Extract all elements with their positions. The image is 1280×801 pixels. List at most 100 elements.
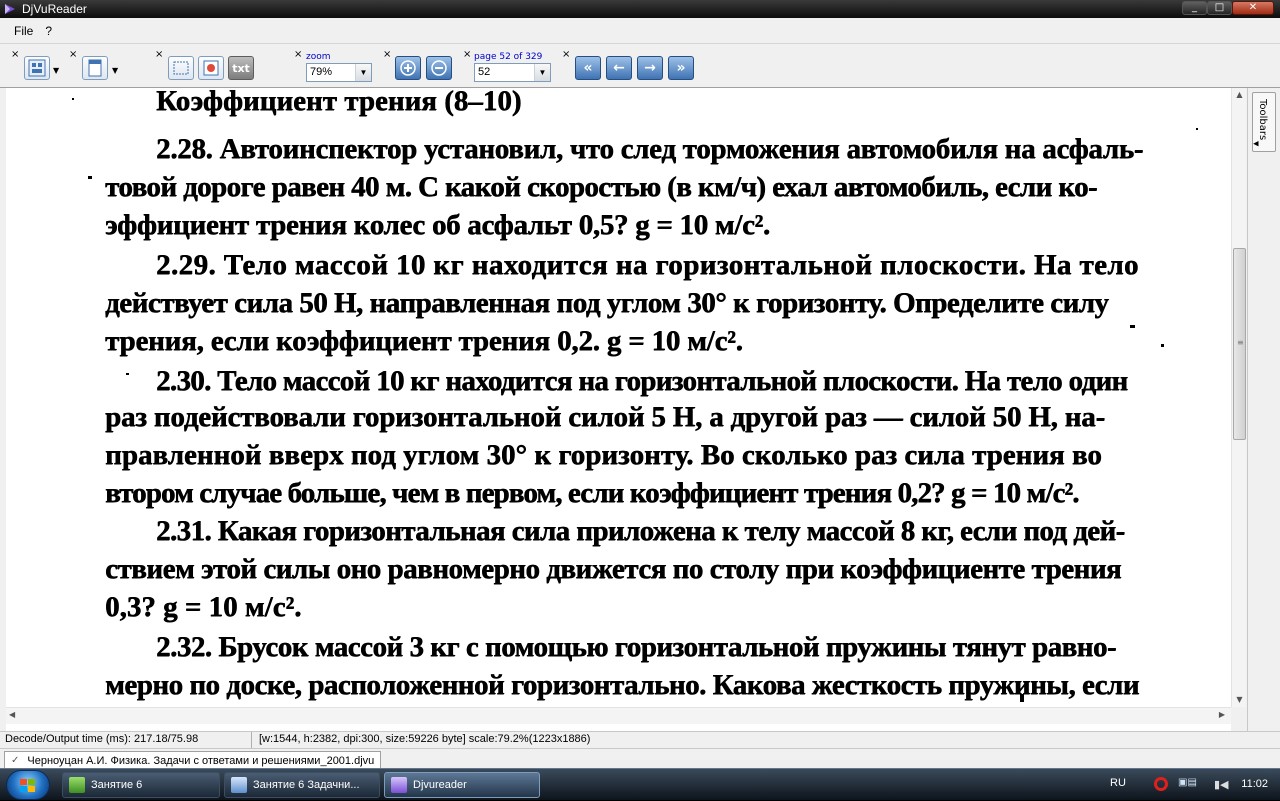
file-tab[interactable]: ✓ Черноуцан А.И. Физика. Задачи с ответа…	[4, 751, 382, 768]
toolbar-group-navigation: × « ← → »	[562, 48, 701, 84]
select-text-button[interactable]: txt	[228, 56, 254, 80]
document-page[interactable]: Коэффициент трения (8–10) 2.28. Автоинсп…	[6, 88, 1231, 793]
folder-icon	[69, 777, 85, 793]
page-line: втором случае больше, чем в первом, если…	[105, 477, 1079, 509]
scroll-thumb[interactable]: ≡	[1233, 248, 1246, 440]
close-group-icon[interactable]: ×	[11, 50, 19, 60]
page-line: Коэффициент трения (8–10)	[156, 88, 522, 117]
scroll-down-icon[interactable]: ▼	[1232, 693, 1247, 707]
zoom-out-button[interactable]	[426, 56, 452, 80]
chevron-down-icon[interactable]: ▼	[112, 66, 118, 75]
zoom-caption: zoom	[306, 52, 331, 62]
chevron-down-icon[interactable]: ▼	[355, 64, 371, 81]
previous-page-button[interactable]: ←	[606, 56, 632, 80]
page-text: Коэффициент трения (8–10) 2.28. Автоинсп…	[6, 88, 1231, 793]
page-line: 0,3? g = 10 м/с².	[105, 591, 302, 623]
taskbar-app-label: Занятие 6	[91, 779, 143, 791]
opera-icon[interactable]	[1154, 777, 1168, 791]
scan-speck	[72, 98, 74, 100]
toolbar-group-page-nav: × page 52 of 329 52 ▼	[463, 48, 556, 84]
vertical-scrollbar[interactable]: ▲ ≡ ▼	[1231, 88, 1246, 707]
scroll-left-icon[interactable]: ◀	[9, 710, 15, 719]
page-line: трения, если коэффициент трения 0,2. g =…	[105, 325, 743, 357]
next-page-button[interactable]: →	[637, 56, 663, 80]
scroll-up-icon[interactable]: ▲	[1232, 88, 1247, 102]
image-icon	[203, 60, 219, 76]
page-line: 2.31. Какая горизонтальная сила приложен…	[156, 515, 1125, 547]
window-title: DjVuReader	[22, 2, 87, 16]
arrow-left-icon: ←	[613, 60, 625, 76]
page-line: товой дороге равен 40 м. С какой скорост…	[105, 171, 1098, 203]
page-line: 2.32. Брусок массой 3 кг с помощью гориз…	[156, 631, 1117, 663]
maximize-button[interactable]: □	[1207, 1, 1232, 15]
menu-help[interactable]: ?	[39, 24, 58, 38]
toolbars-dock: Toolbars ▼	[1247, 88, 1280, 731]
document-info: [w:1544, h:2382, dpi:300, size:59226 byt…	[259, 733, 591, 745]
minimize-button[interactable]: _	[1182, 1, 1207, 15]
taskbar-app-label: Занятие 6 Задачни...	[253, 779, 360, 791]
last-page-icon: »	[676, 60, 686, 76]
page-line: 2.29. Тело массой 10 кг находится на гор…	[156, 249, 1139, 281]
taskbar-app-label: Djvureader	[413, 779, 467, 791]
text-select-label: txt	[232, 61, 250, 75]
zoom-select[interactable]: 79% ▼	[306, 63, 372, 82]
first-page-button[interactable]: «	[575, 56, 601, 80]
zoom-value: 79%	[310, 66, 333, 78]
clock[interactable]: 11:02	[1241, 778, 1268, 790]
close-group-icon[interactable]: ×	[69, 50, 77, 60]
close-group-icon[interactable]: ×	[294, 50, 302, 60]
first-page-icon: «	[583, 60, 593, 76]
page-line: правленной вверх под углом 30° к горизон…	[105, 439, 1102, 471]
scan-speck	[1196, 128, 1198, 130]
scan-speck	[1020, 694, 1024, 702]
title-bar: DjVuReader _ □ ✕	[0, 0, 1280, 18]
toolbar-group-select: × txt	[155, 48, 258, 84]
status-bar: Decode/Output time (ms): 217.18/75.98 [w…	[0, 731, 1280, 748]
chevron-down-icon[interactable]: ▼	[534, 64, 550, 81]
scan-speck	[88, 176, 92, 179]
taskbar-app-folder[interactable]: Занятие 6	[62, 772, 220, 798]
djvureader-app-icon	[5, 4, 15, 14]
close-group-icon[interactable]: ×	[562, 50, 570, 60]
page-line: 2.30. Тело массой 10 кг находится на гор…	[156, 365, 1128, 397]
menu-file[interactable]: File	[8, 24, 39, 38]
decode-time: Decode/Output time (ms): 217.18/75.98	[0, 732, 252, 748]
taskbar-app-djvureader[interactable]: Djvureader	[384, 772, 540, 798]
file-tab-bar: ✓ Черноуцан А.И. Физика. Задачи с ответа…	[0, 748, 1280, 768]
zoom-in-button[interactable]	[395, 56, 421, 80]
arrow-right-icon: →	[644, 60, 656, 76]
close-button[interactable]: ✕	[1232, 1, 1274, 15]
layout-button[interactable]	[24, 56, 50, 80]
scroll-right-icon[interactable]: ▶	[1219, 710, 1225, 719]
zoom-in-icon	[400, 60, 416, 76]
page-icon	[88, 59, 102, 77]
djvureader-icon	[391, 777, 407, 793]
close-group-icon[interactable]: ×	[463, 50, 471, 60]
page-line: 2.28. Автоинспектор установил, что след …	[156, 133, 1144, 165]
zoom-out-icon	[431, 60, 447, 76]
close-group-icon[interactable]: ×	[383, 50, 391, 60]
chevron-down-icon[interactable]: ▼	[53, 66, 59, 75]
volume-icon[interactable]: ▮◀	[1214, 778, 1229, 791]
network-icon[interactable]: ▣▤	[1178, 777, 1212, 791]
toolbar-group-zoom-buttons: ×	[383, 48, 458, 84]
select-image-button[interactable]	[198, 56, 224, 80]
close-group-icon[interactable]: ×	[155, 50, 163, 60]
scan-speck	[1161, 344, 1164, 347]
taskbar-app-word[interactable]: Занятие 6 Задачни...	[224, 772, 380, 798]
page-select[interactable]: 52 ▼	[474, 63, 551, 82]
windows-logo-icon	[20, 779, 36, 792]
scan-speck	[126, 373, 129, 375]
language-indicator[interactable]: RU	[1110, 777, 1126, 789]
select-region-button[interactable]	[168, 56, 194, 80]
toolbars-tab[interactable]: Toolbars ▼	[1252, 92, 1276, 152]
page-line: эффициент трения колес об асфальт 0,5? g…	[105, 209, 770, 241]
toolbar: × ▼ × ▼ × txt × zoom 79% ▼ × × page 52 o…	[0, 44, 1280, 88]
page-caption: page 52 of 329	[474, 52, 543, 62]
start-button[interactable]	[6, 770, 50, 800]
last-page-button[interactable]: »	[668, 56, 694, 80]
check-icon: ✓	[11, 755, 20, 766]
page-value: 52	[478, 66, 491, 78]
horizontal-scrollbar[interactable]: ◀ ▶	[6, 707, 1231, 724]
page-view-button[interactable]	[82, 56, 108, 80]
